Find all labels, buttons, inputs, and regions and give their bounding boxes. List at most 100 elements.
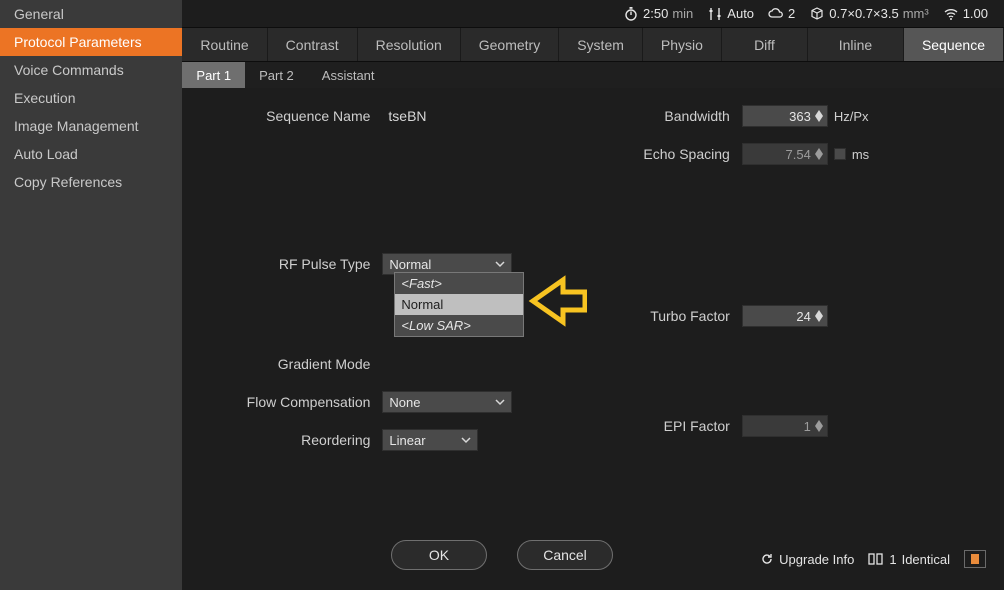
spinner-arrows-icon[interactable] <box>815 148 823 160</box>
row-echo-spacing: Echo Spacing 7.54 ms <box>612 140 984 168</box>
subtab-part1[interactable]: Part 1 <box>182 62 245 88</box>
sidebar-item-voice-commands[interactable]: Voice Commands <box>0 56 182 84</box>
chevron-down-icon <box>495 257 505 272</box>
status-signal: 1.00 <box>943 6 988 22</box>
row-gradient-mode: Gradient Mode <box>202 350 611 378</box>
echo-spacing-label: Echo Spacing <box>612 146 742 162</box>
epi-factor-value: 1 <box>804 419 811 434</box>
bandwidth-unit: Hz/Px <box>828 109 869 124</box>
sidebar-item-copy-references[interactable]: Copy References <box>0 168 182 196</box>
stopwatch-icon <box>623 6 639 22</box>
status-weight: 2 <box>768 6 795 22</box>
status-auto: Auto <box>707 6 754 22</box>
bandwidth-input[interactable]: 363 <box>742 105 828 127</box>
sidebar-item-label: Protocol Parameters <box>14 34 142 50</box>
sidebar-item-label: General <box>14 6 64 22</box>
tab-resolution[interactable]: Resolution <box>358 28 461 61</box>
row-turbo-factor: Turbo Factor 24 <box>612 302 984 330</box>
subtabs: Part 1 Part 2 Assistant <box>182 62 1004 88</box>
ok-button[interactable]: OK <box>391 540 487 570</box>
tab-inline[interactable]: Inline <box>808 28 904 61</box>
tab-physio[interactable]: Physio <box>643 28 722 61</box>
form-area: Sequence Name tseBN RF Pulse Type Normal… <box>182 88 1004 590</box>
columns-icon <box>868 552 884 566</box>
cancel-button[interactable]: Cancel <box>517 540 613 570</box>
sidebar-item-image-management[interactable]: Image Management <box>0 112 182 140</box>
sidebar: General Protocol Parameters Voice Comman… <box>0 0 182 590</box>
echo-spacing-value: 7.54 <box>786 147 811 162</box>
footer-right: Upgrade Info 1 Identical <box>760 550 986 568</box>
sidebar-item-label: Copy References <box>14 174 122 190</box>
turbo-factor-input[interactable]: 24 <box>742 305 828 327</box>
sidebar-item-label: Voice Commands <box>14 62 124 78</box>
sidebar-item-label: Image Management <box>14 118 139 134</box>
spinner-arrows-icon[interactable] <box>815 310 823 322</box>
layout-toggle-icon <box>971 554 979 564</box>
tab-contrast[interactable]: Contrast <box>268 28 358 61</box>
spinner-arrows-icon[interactable] <box>815 110 823 122</box>
rf-pulse-value: Normal <box>389 257 431 272</box>
sidebar-item-label: Auto Load <box>14 146 78 162</box>
status-signal-value: 1.00 <box>963 6 988 21</box>
tab-geometry[interactable]: Geometry <box>461 28 559 61</box>
gradient-mode-label: Gradient Mode <box>202 356 382 372</box>
turbo-factor-value: 24 <box>796 309 810 324</box>
layout-toggle-button[interactable] <box>964 550 986 568</box>
sidebar-item-auto-load[interactable]: Auto Load <box>0 140 182 168</box>
status-time: 2:50 min <box>623 6 693 22</box>
sidebar-item-protocol-parameters[interactable]: Protocol Parameters <box>0 28 182 56</box>
rf-pulse-label: RF Pulse Type <box>202 256 382 272</box>
row-sequence-name: Sequence Name tseBN <box>202 102 611 130</box>
echo-spacing-checkbox[interactable] <box>834 148 846 160</box>
reordering-select[interactable]: Linear <box>382 429 478 451</box>
sequence-name-label: Sequence Name <box>202 108 382 124</box>
rf-pulse-option-lowsar[interactable]: <Low SAR> <box>395 315 523 336</box>
cube-icon <box>809 6 825 22</box>
status-time-unit: min <box>672 6 693 21</box>
spinner-arrows-icon[interactable] <box>815 420 823 432</box>
reordering-label: Reordering <box>202 432 382 448</box>
tab-routine[interactable]: Routine <box>182 28 267 61</box>
cloud-icon <box>768 6 784 22</box>
rf-pulse-option-normal[interactable]: Normal <box>395 294 523 315</box>
annotation-arrow-icon <box>527 274 587 331</box>
upgrade-info-button[interactable]: Upgrade Info <box>760 552 854 567</box>
tab-system[interactable]: System <box>559 28 643 61</box>
row-epi-factor: EPI Factor 1 <box>612 412 984 440</box>
status-auto-label: Auto <box>727 6 754 21</box>
reordering-value: Linear <box>389 433 425 448</box>
chevron-down-icon <box>495 395 505 410</box>
turbo-factor-label: Turbo Factor <box>612 308 742 324</box>
status-voxel: 0.7×0.7×3.5 mm³ <box>809 6 928 22</box>
tabs: Routine Contrast Resolution Geometry Sys… <box>182 28 1004 62</box>
rf-pulse-dropdown[interactable]: <Fast> Normal <Low SAR> <box>394 272 524 337</box>
epi-factor-label: EPI Factor <box>612 418 742 434</box>
sidebar-item-label: Execution <box>14 90 75 106</box>
flow-comp-select[interactable]: None <box>382 391 512 413</box>
echo-spacing-input[interactable]: 7.54 <box>742 143 828 165</box>
row-reordering: Reordering Linear <box>202 426 611 454</box>
subtab-assistant[interactable]: Assistant <box>308 62 389 88</box>
wifi-icon <box>943 6 959 22</box>
sidebar-item-execution[interactable]: Execution <box>0 84 182 112</box>
chevron-down-icon <box>461 433 471 448</box>
echo-spacing-unit: ms <box>846 147 869 162</box>
flow-comp-label: Flow Compensation <box>202 394 382 410</box>
sliders-icon <box>707 6 723 22</box>
subtab-part2[interactable]: Part 2 <box>245 62 308 88</box>
tab-sequence[interactable]: Sequence <box>904 28 1004 61</box>
epi-factor-input[interactable]: 1 <box>742 415 828 437</box>
sequence-name-value: tseBN <box>382 108 426 124</box>
status-time-value: 2:50 <box>643 6 668 21</box>
flow-comp-value: None <box>389 395 420 410</box>
sidebar-item-general[interactable]: General <box>0 0 182 28</box>
refresh-icon <box>760 552 774 566</box>
row-bandwidth: Bandwidth 363 Hz/Px <box>612 102 984 130</box>
rf-pulse-option-fast[interactable]: <Fast> <box>395 273 523 294</box>
status-weight-value: 2 <box>788 6 795 21</box>
identical-button[interactable]: 1 Identical <box>868 552 950 567</box>
bandwidth-value: 363 <box>789 109 811 124</box>
tab-diff[interactable]: Diff <box>722 28 808 61</box>
identical-count: 1 <box>889 552 896 567</box>
status-voxel-value: 0.7×0.7×3.5 <box>829 6 898 21</box>
